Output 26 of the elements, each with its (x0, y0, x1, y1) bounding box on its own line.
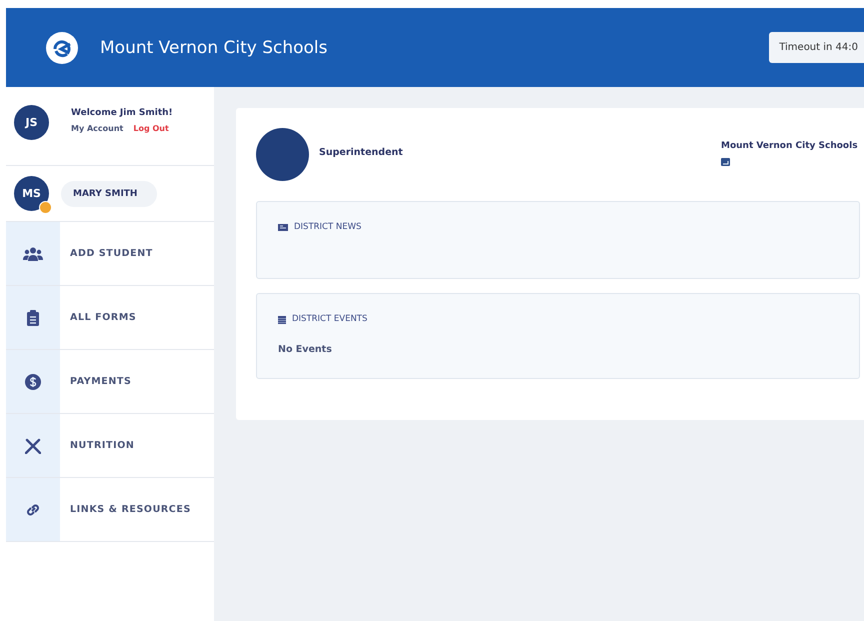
profile-avatar (256, 128, 309, 181)
image-icon (721, 158, 730, 166)
sidebar-item[interactable]: ALL FORMS (6, 286, 214, 350)
logout-link[interactable]: Log Out (133, 124, 169, 133)
sidebar-item[interactable]: ADD STUDENT (6, 222, 214, 286)
timeout-button[interactable]: Timeout in 44:0 (769, 32, 864, 63)
site-title: Mount Vernon City Schools (100, 38, 329, 58)
clipboard-icon (27, 310, 39, 326)
user-avatar: JS (14, 105, 49, 140)
role-text: Superintendent (319, 147, 404, 158)
account-link[interactable]: My Account (71, 124, 124, 133)
panel-message: No Events (278, 344, 333, 355)
student-name[interactable]: MARY SMITH (61, 180, 158, 206)
panel-title: DISTRICT EVENTS (292, 314, 368, 324)
dollar-icon (25, 374, 41, 390)
panel-title: DISTRICT NEWS (294, 222, 362, 232)
logo-icon (46, 32, 78, 64)
newspaper-icon (278, 224, 288, 230)
link-icon (25, 502, 41, 518)
sidebar-item[interactable]: NUTRITION (6, 414, 214, 478)
welcome-text: Welcome Jim Smith! (71, 108, 173, 118)
sidebar-item[interactable]: LINKS & RESOURCES (6, 478, 214, 542)
people-icon (23, 246, 43, 260)
student-avatar: MS (14, 176, 49, 211)
district-name: Mount Vernon City Schools (721, 141, 859, 151)
sidebar-item[interactable]: PAYMENTS (6, 350, 214, 414)
